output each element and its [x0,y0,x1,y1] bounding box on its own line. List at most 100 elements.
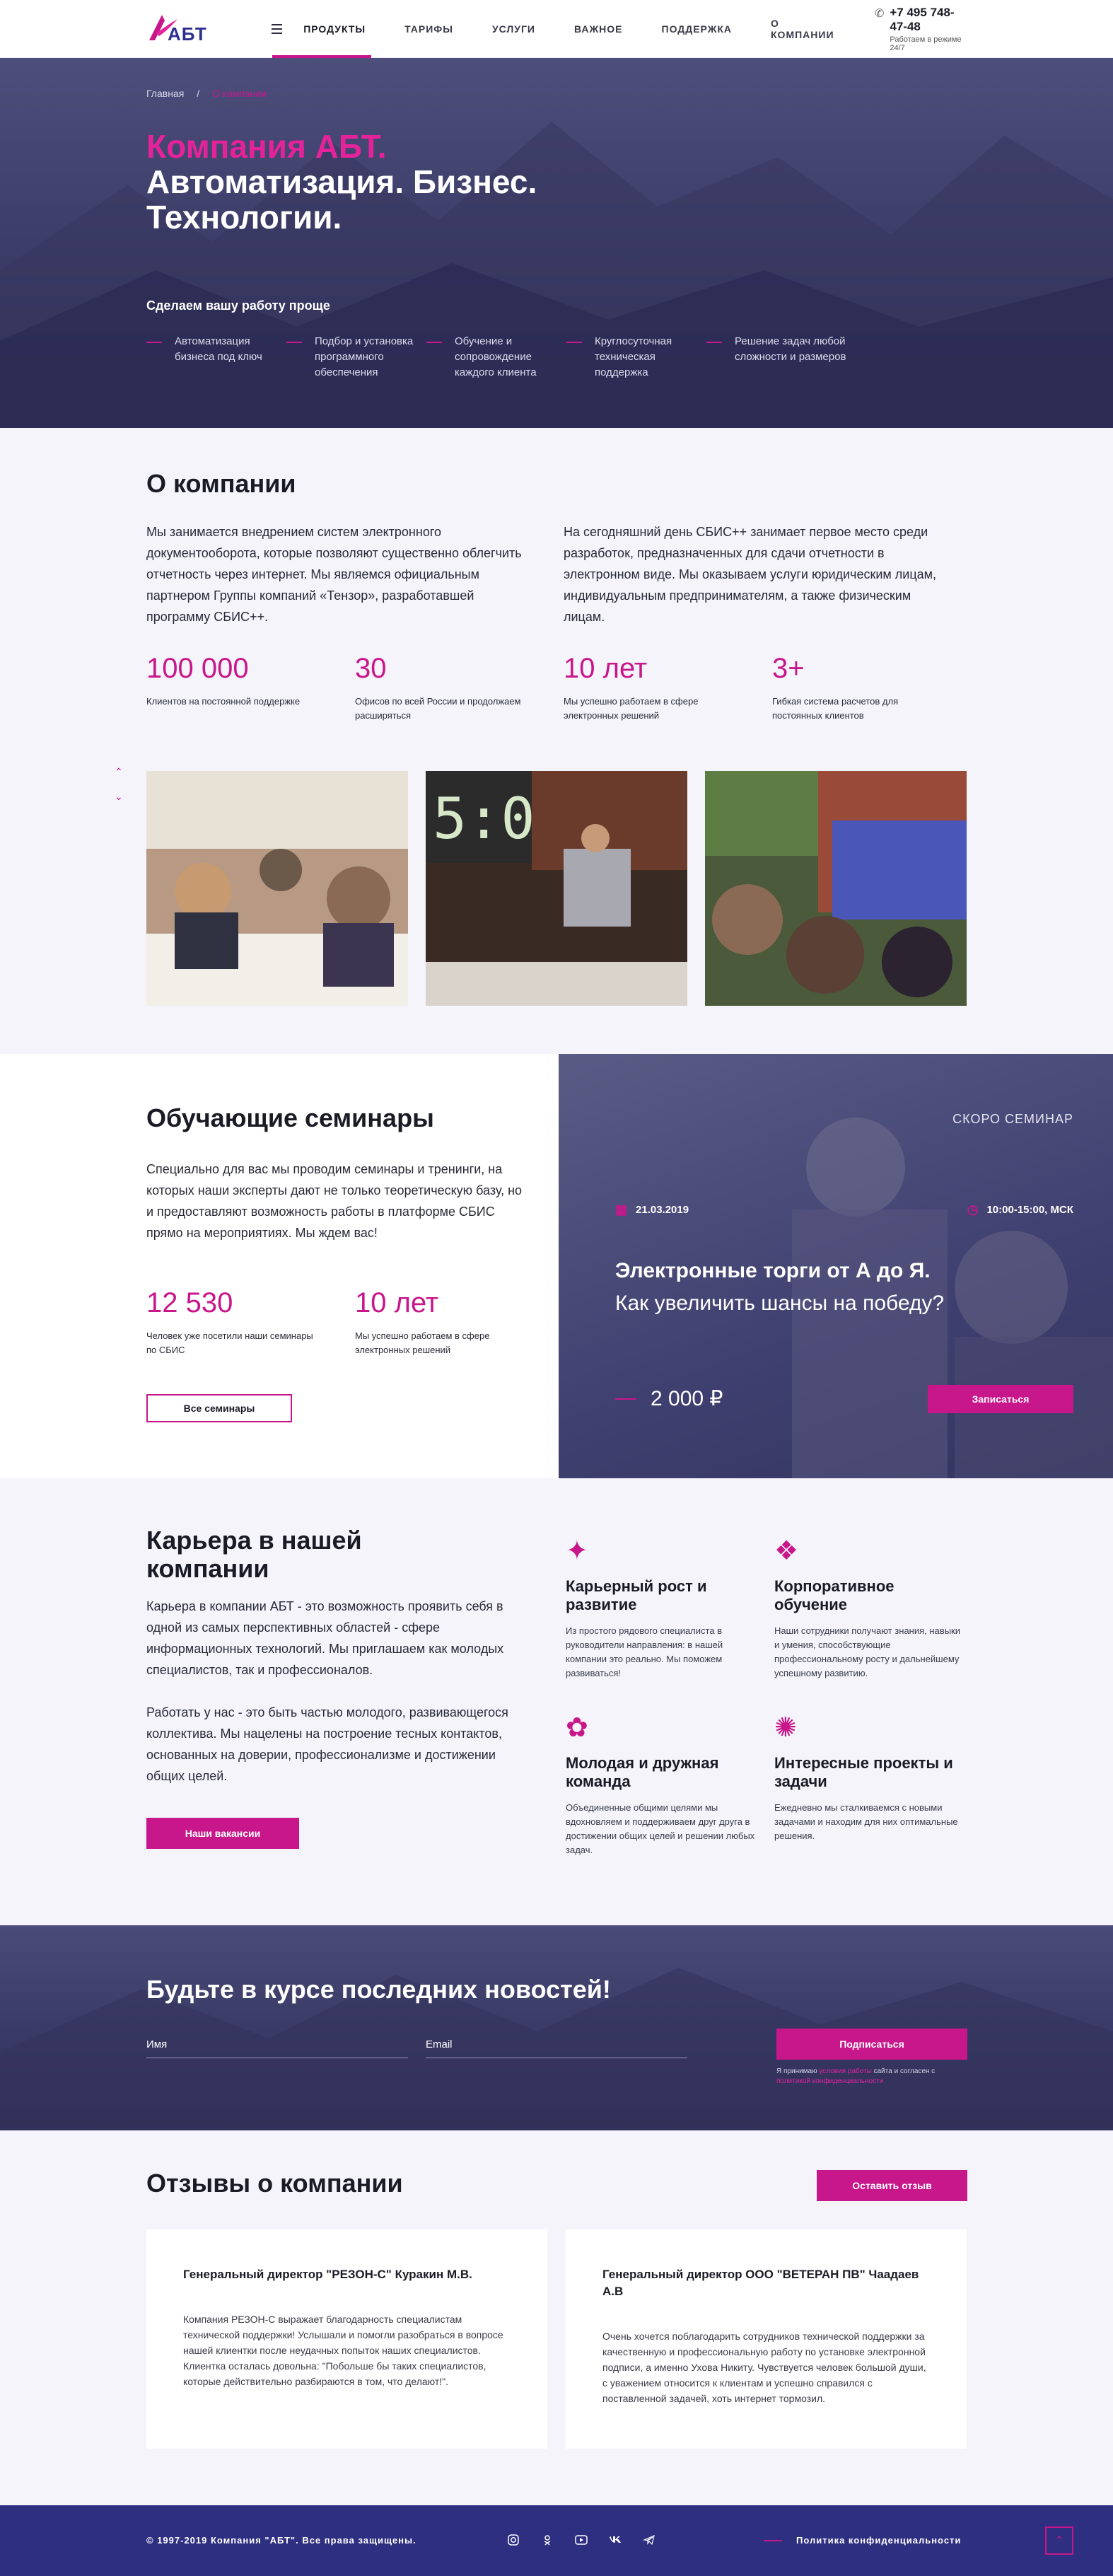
email-field[interactable]: Email [426,2038,687,2058]
breadcrumb-home[interactable]: Главная [146,88,184,99]
reviews-section: Отзывы о компании Оставить отзыв Генерал… [0,2130,1113,2505]
about-text-left: Мы занимается внедрением систем электрон… [146,525,522,624]
nav-services[interactable]: УСЛУГИ [492,0,535,58]
seminar-signup-button[interactable]: Записаться [928,1385,1073,1413]
phone-number[interactable]: +7 495 748-47-48 [890,6,967,34]
rocket-icon: ✦ [566,1536,588,1566]
nav-about[interactable]: О КОМПАНИИ [771,0,836,58]
nav-important[interactable]: ВАЖНОЕ [574,0,623,58]
stat-number: 12 530 [146,1287,233,1318]
book-icon: ❖ [774,1536,799,1566]
instagram-icon[interactable] [506,2532,521,2548]
newsletter-title: Будьте в курсе последних новостей! [146,1975,611,2004]
review-card: Генеральный директор "РЕЗОН-С" Куракин М… [146,2229,547,2449]
photo-gallery: 5:00 [146,771,967,1006]
stat-number: 30 [355,653,387,684]
seminar-title: Электронные торги от А до Я. [615,1259,931,1282]
calendar-icon: ▦ [615,1202,628,1217]
about-text-right: На сегодняшний день СБИС++ занимает перв… [564,525,937,624]
arrow-up-icon[interactable]: ⌃ [115,766,123,778]
photo-seminar-audience[interactable] [146,771,408,1006]
perk-text: Ежедневно мы сталкиваемся с новыми задач… [774,1802,958,1841]
stat-item: 10 лет Мы успешно работаем в сфере элект… [564,653,772,723]
perk-item: ❖ Корпоративное обучение Наши сотрудники… [774,1535,983,1681]
seminars-stats: 12 530 Человек уже посетили наши семинар… [146,1287,564,1357]
arrow-down-icon[interactable]: ⌄ [115,791,123,803]
vacancies-button[interactable]: Наши вакансии [146,1818,299,1849]
perk-text: Объединенные общими целями мы вдохновляе… [566,1802,755,1855]
phone-note: Работаем в режиме 24/7 [890,35,962,52]
seminar-date: ▦ 21.03.2019 [615,1202,689,1217]
logo-text: АБТ [168,23,207,45]
all-seminars-button[interactable]: Все семинары [146,1394,292,1422]
stat-number: 100 000 [146,653,249,684]
nav-products[interactable]: ПРОДУКТЫ [272,0,372,58]
privacy-policy-link[interactable]: Политика конфиденциальности [764,2535,961,2546]
seminars-text: Специально для вас мы проводим семинары … [146,1162,523,1240]
hero-features: Автоматизация бизнеса под ключ Подбор и … [146,334,846,381]
site-footer: © 1997-2019 Компания "АБТ". Все права за… [0,2505,1113,2576]
clock-icon: ◷ [967,1202,979,1217]
breadcrumb-current: О компании [211,88,267,99]
newsletter-section: Будьте в курсе последних новостей! Имя E… [0,1925,1113,2130]
stat-item: 3+ Гибкая система расчетов для постоянны… [772,653,981,723]
perk-item: ✦ Карьерный рост и развитие Из простого … [566,1535,774,1681]
youtube-icon[interactable] [573,2532,589,2548]
about-stats: 100 000 Клиентов на постоянной поддержке… [146,653,981,723]
stat-item: 30 Офисов по всей России и продолжаем ра… [355,653,564,723]
nav-support[interactable]: ПОДДЕРЖКА [662,0,733,58]
subscribe-button[interactable]: Подписаться [776,2029,967,2060]
review-card: Генеральный директор ООО "ВЕТЕРАН ПВ" Ча… [566,2229,967,2449]
perk-item: ✿ Молодая и дружная команда Объединенные… [566,1712,774,1857]
review-author: Генеральный директор ООО "ВЕТЕРАН ПВ" Ча… [602,2268,919,2298]
seminar-time: ◷ 10:00-15:00, МСК [967,1202,1073,1217]
stat-item: 100 000 Клиентов на постоянной поддержке [146,653,355,723]
seminars-section: Обучающие семинары Специально для вас мы… [0,1054,1113,1478]
perk-title: Молодая и дружная команда [566,1754,719,1790]
seminar-subtitle: Как увеличить шансы на победу? [615,1292,945,1315]
perk-title: Корпоративное обучение [774,1577,895,1613]
privacy-link[interactable]: политикой конфиденциальности [776,2077,883,2085]
seminar-price: 2 000 ₽ [615,1386,723,1411]
career-text: Карьера в компании АБТ - это возможность… [146,1596,528,1787]
brain-icon: ✺ [774,1713,797,1743]
logo[interactable]: АБТ [146,8,206,50]
hero-title-accent: Компания АБТ. [146,128,387,165]
scroll-top-button[interactable]: ⌃ [1045,2526,1073,2555]
menu-icon[interactable] [271,24,283,34]
agree-text: Я принимаю условия работы сайта и соглас… [776,2067,936,2085]
reviews-title: Отзывы о компании [146,2169,403,2198]
telegram-icon[interactable] [641,2532,657,2548]
vk-icon[interactable] [607,2532,623,2548]
site-header: АБТ ПРОДУКТЫ ТАРИФЫ УСЛУГИ ВАЖНОЕ ПОДДЕР… [0,0,1113,58]
seminar-soon-label: СКОРО СЕМИНАР [952,1112,1073,1126]
stat-number: 10 лет [564,653,648,684]
perk-title: Интересные проекты и задачи [774,1754,953,1790]
leave-review-button[interactable]: Оставить отзыв [817,2170,967,2201]
review-text: Очень хочется поблагодарить сотрудников … [602,2331,926,2404]
perk-text: Из простого рядового специалиста в руков… [566,1625,723,1678]
hero-section: Главная / О компании Компания АБТ. Автом… [0,58,1113,428]
review-author: Генеральный директор "РЕЗОН-С" Куракин М… [183,2268,472,2281]
stat-caption: Мы успешно работаем в сфере электронных … [564,696,699,721]
mountain-background [0,1968,1113,2130]
nav-tariffs[interactable]: ТАРИФЫ [404,0,453,58]
career-perks: ✦ Карьерный рост и развитие Из простого … [566,1535,983,1857]
hero-subtitle: Сделаем вашу работу проще [146,298,330,313]
stat-number: 3+ [772,653,805,684]
terms-link[interactable]: условия работы [819,2067,871,2075]
photo-event-crowd[interactable] [705,771,967,1006]
career-paragraph: Карьера в компании АБТ - это возможность… [146,1599,504,1677]
perk-title: Карьерный рост и развитие [566,1577,707,1613]
copyright: © 1997-2019 Компания "АБТ". Все права за… [146,2535,416,2546]
stat-number: 10 лет [355,1287,439,1318]
odnoklassniki-icon[interactable] [540,2532,555,2548]
stat-caption: Гибкая система расчетов для постоянных к… [772,696,899,721]
feature-item: Решение задач любой сложности и размеров [706,334,846,381]
stat-item: 10 лет Мы успешно работаем в сфере элект… [355,1287,564,1357]
name-field[interactable]: Имя [146,2038,408,2058]
phone-block[interactable]: ✆ +7 495 748-47-48 Работаем в режиме 24/… [875,6,967,52]
about-section: О компании Мы занимается внедрением сист… [0,428,1113,1054]
photo-speaker-stage[interactable]: 5:00 [426,771,687,1006]
main-nav: ПРОДУКТЫ ТАРИФЫ УСЛУГИ ВАЖНОЕ ПОДДЕРЖКА … [271,0,875,58]
